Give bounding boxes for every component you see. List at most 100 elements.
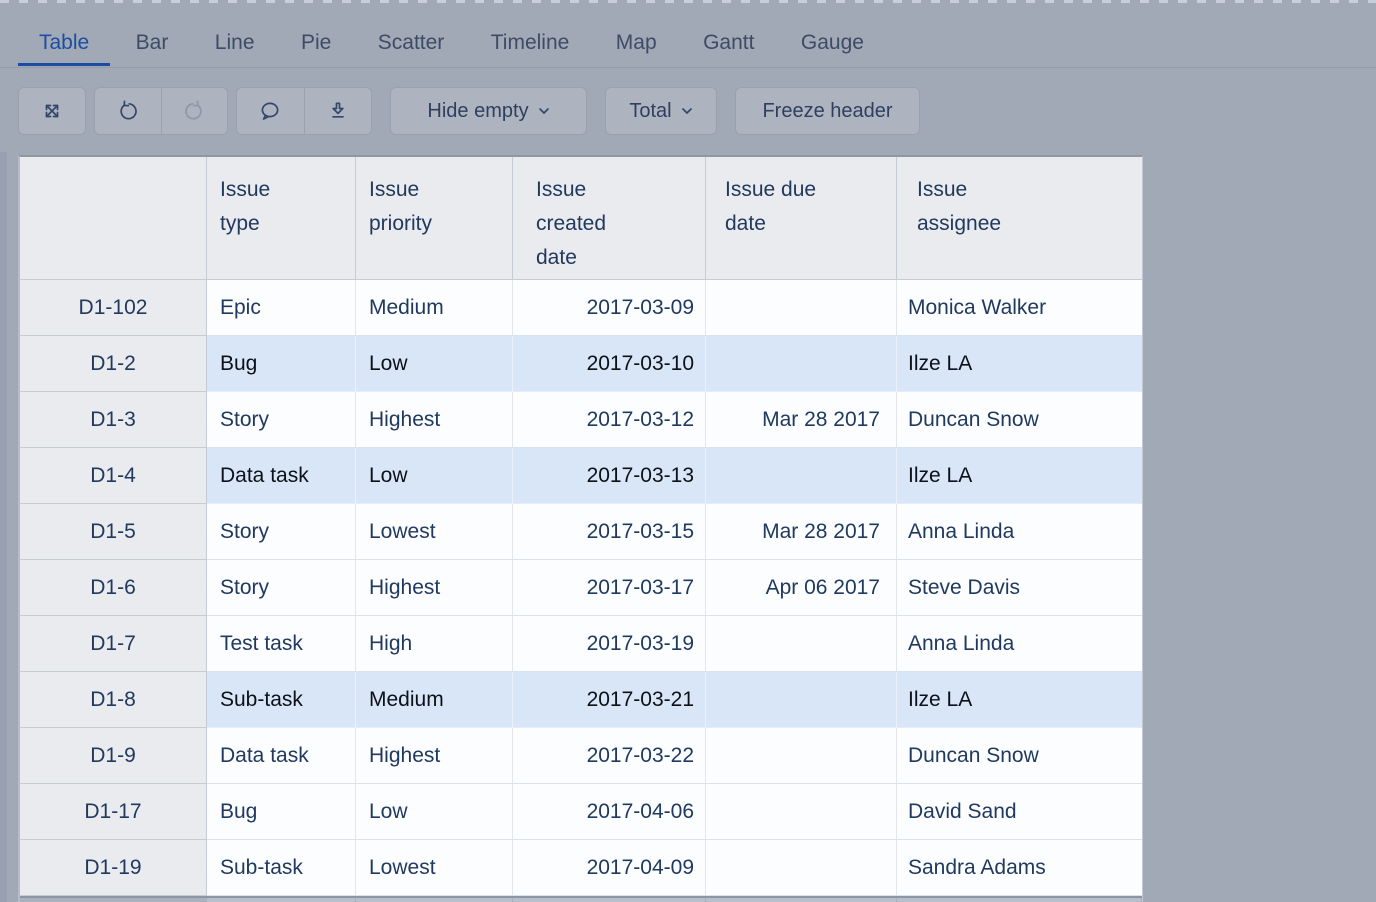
cell-issue-type: Bug — [207, 784, 356, 840]
table-row: D1-9 Data task Highest 2017-03-22 Duncan… — [20, 728, 1142, 784]
cell-issue-type: Sub-task — [207, 672, 356, 728]
cell-issue-assignee: Sandra Adams — [897, 840, 1142, 896]
cell-issue-created-date: 2017-03-12 — [513, 392, 706, 448]
cell-issue-due-date — [706, 280, 897, 336]
cell-issue-type: Data task — [207, 448, 356, 504]
cell-issue-priority: Lowest — [356, 504, 513, 560]
redo-button[interactable] — [161, 88, 228, 134]
row-id[interactable]: D1-19 — [20, 840, 207, 896]
row-id[interactable]: D1-8 — [20, 672, 207, 728]
hide-empty-dropdown[interactable]: Hide empty — [390, 87, 587, 135]
tab-bar[interactable]: Bar — [115, 20, 190, 65]
cell-issue-due-date — [706, 728, 897, 784]
tab-table[interactable]: Table — [18, 20, 110, 65]
row-id[interactable]: D1-9 — [20, 728, 207, 784]
total-dropdown[interactable]: Total — [605, 87, 717, 135]
row-id[interactable]: D1-6 — [20, 560, 207, 616]
cell-issue-assignee: David Sand — [897, 784, 1142, 840]
cell-issue-type: Story — [207, 504, 356, 560]
expand-icon — [40, 99, 64, 123]
download-button[interactable] — [304, 88, 372, 134]
row-id[interactable]: D1-5 — [20, 504, 207, 560]
tab-pie[interactable]: Pie — [280, 20, 352, 65]
cell-issue-created-date: 2017-03-22 — [513, 728, 706, 784]
total-label: Total — [629, 100, 671, 123]
cell-issue-assignee: Ilze LA — [897, 336, 1142, 392]
cell-issue-created-date: 2017-03-19 — [513, 616, 706, 672]
header-issue-assignee[interactable]: Issue assignee — [897, 157, 1142, 280]
hide-empty-label: Hide empty — [427, 100, 528, 123]
header-issue-type[interactable]: Issue type — [207, 157, 356, 280]
cell-issue-due-date — [706, 336, 897, 392]
cell-issue-type: Data task — [207, 728, 356, 784]
table-row: D1-19 Sub-task Lowest 2017-04-09 Sandra … — [20, 840, 1142, 896]
freeze-header-label: Freeze header — [762, 100, 892, 123]
row-id[interactable]: D1-7 — [20, 616, 207, 672]
chevron-down-icon — [538, 107, 550, 115]
comment-button[interactable] — [237, 88, 304, 134]
cell-issue-priority: Low — [356, 784, 513, 840]
tab-line[interactable]: Line — [194, 20, 276, 65]
comment-export-button-group — [236, 87, 372, 135]
cell-issue-created-date: 2017-03-10 — [513, 336, 706, 392]
table-row: D1-6 Story Highest 2017-03-17 Apr 06 201… — [20, 560, 1142, 616]
cell-issue-assignee: Duncan Snow — [897, 728, 1142, 784]
cell-issue-assignee: Anna Linda — [897, 504, 1142, 560]
cell-issue-created-date: 2017-04-06 — [513, 784, 706, 840]
cell-issue-priority: Highest — [356, 728, 513, 784]
cell-issue-created-date: 2017-03-13 — [513, 448, 706, 504]
cell-issue-type: Sub-task — [207, 840, 356, 896]
tab-timeline[interactable]: Timeline — [470, 20, 591, 65]
tab-map[interactable]: Map — [595, 20, 678, 65]
freeze-header-button[interactable]: Freeze header — [735, 87, 920, 135]
table-row: D1-7 Test task High 2017-03-19 Anna Lind… — [20, 616, 1142, 672]
undo-button[interactable] — [95, 88, 161, 134]
row-id[interactable]: D1-2 — [20, 336, 207, 392]
row-id[interactable]: D1-4 — [20, 448, 207, 504]
tab-gauge[interactable]: Gauge — [780, 20, 885, 65]
header-issue-priority[interactable]: Issue priority — [356, 157, 513, 280]
cell-issue-created-date: 2017-03-09 — [513, 280, 706, 336]
cell-issue-type: Story — [207, 560, 356, 616]
row-id[interactable]: D1-102 — [20, 280, 207, 336]
download-icon — [326, 99, 350, 123]
table-row: D1-8 Sub-task Medium 2017-03-21 Ilze LA — [20, 672, 1142, 728]
cell-issue-created-date: 2017-03-21 — [513, 672, 706, 728]
row-id[interactable]: D1-17 — [20, 784, 207, 840]
header-issue-created-date[interactable]: Issue created date — [513, 157, 706, 280]
tab-scatter[interactable]: Scatter — [357, 20, 466, 65]
partial-next-row — [20, 898, 1142, 902]
table-row: D1-2 Bug Low 2017-03-10 Ilze LA — [20, 336, 1142, 392]
tab-gantt[interactable]: Gantt — [682, 20, 775, 65]
cell-issue-assignee: Ilze LA — [897, 672, 1142, 728]
comment-icon — [258, 99, 282, 123]
cell-issue-type: Test task — [207, 616, 356, 672]
table-row: D1-5 Story Lowest 2017-03-15 Mar 28 2017… — [20, 504, 1142, 560]
cell-issue-type: Epic — [207, 280, 356, 336]
cell-issue-priority: Low — [356, 448, 513, 504]
undo-icon — [116, 99, 140, 123]
cell-issue-due-date: Mar 28 2017 — [706, 392, 897, 448]
table-row: D1-3 Story Highest 2017-03-12 Mar 28 201… — [20, 392, 1142, 448]
cell-issue-due-date — [706, 784, 897, 840]
chevron-down-icon — [681, 107, 693, 115]
table-row: D1-4 Data task Low 2017-03-13 Ilze LA — [20, 448, 1142, 504]
row-id[interactable]: D1-3 — [20, 392, 207, 448]
cell-issue-priority: Medium — [356, 672, 513, 728]
table-header-row: Issue type Issue priority Issue created … — [20, 157, 1142, 280]
cell-issue-due-date — [706, 448, 897, 504]
cell-issue-priority: Highest — [356, 392, 513, 448]
header-issue-due-date[interactable]: Issue due date — [706, 157, 897, 280]
cell-issue-priority: Lowest — [356, 840, 513, 896]
redo-icon — [182, 99, 206, 123]
cell-issue-created-date: 2017-03-15 — [513, 504, 706, 560]
cell-issue-assignee: Steve Davis — [897, 560, 1142, 616]
cell-issue-due-date — [706, 672, 897, 728]
cell-issue-type: Story — [207, 392, 356, 448]
expand-button[interactable] — [18, 87, 86, 135]
cell-issue-assignee: Ilze LA — [897, 448, 1142, 504]
history-button-group — [94, 87, 228, 135]
table-row: D1-17 Bug Low 2017-04-06 David Sand — [20, 784, 1142, 840]
cell-issue-due-date — [706, 616, 897, 672]
cell-issue-type: Bug — [207, 336, 356, 392]
